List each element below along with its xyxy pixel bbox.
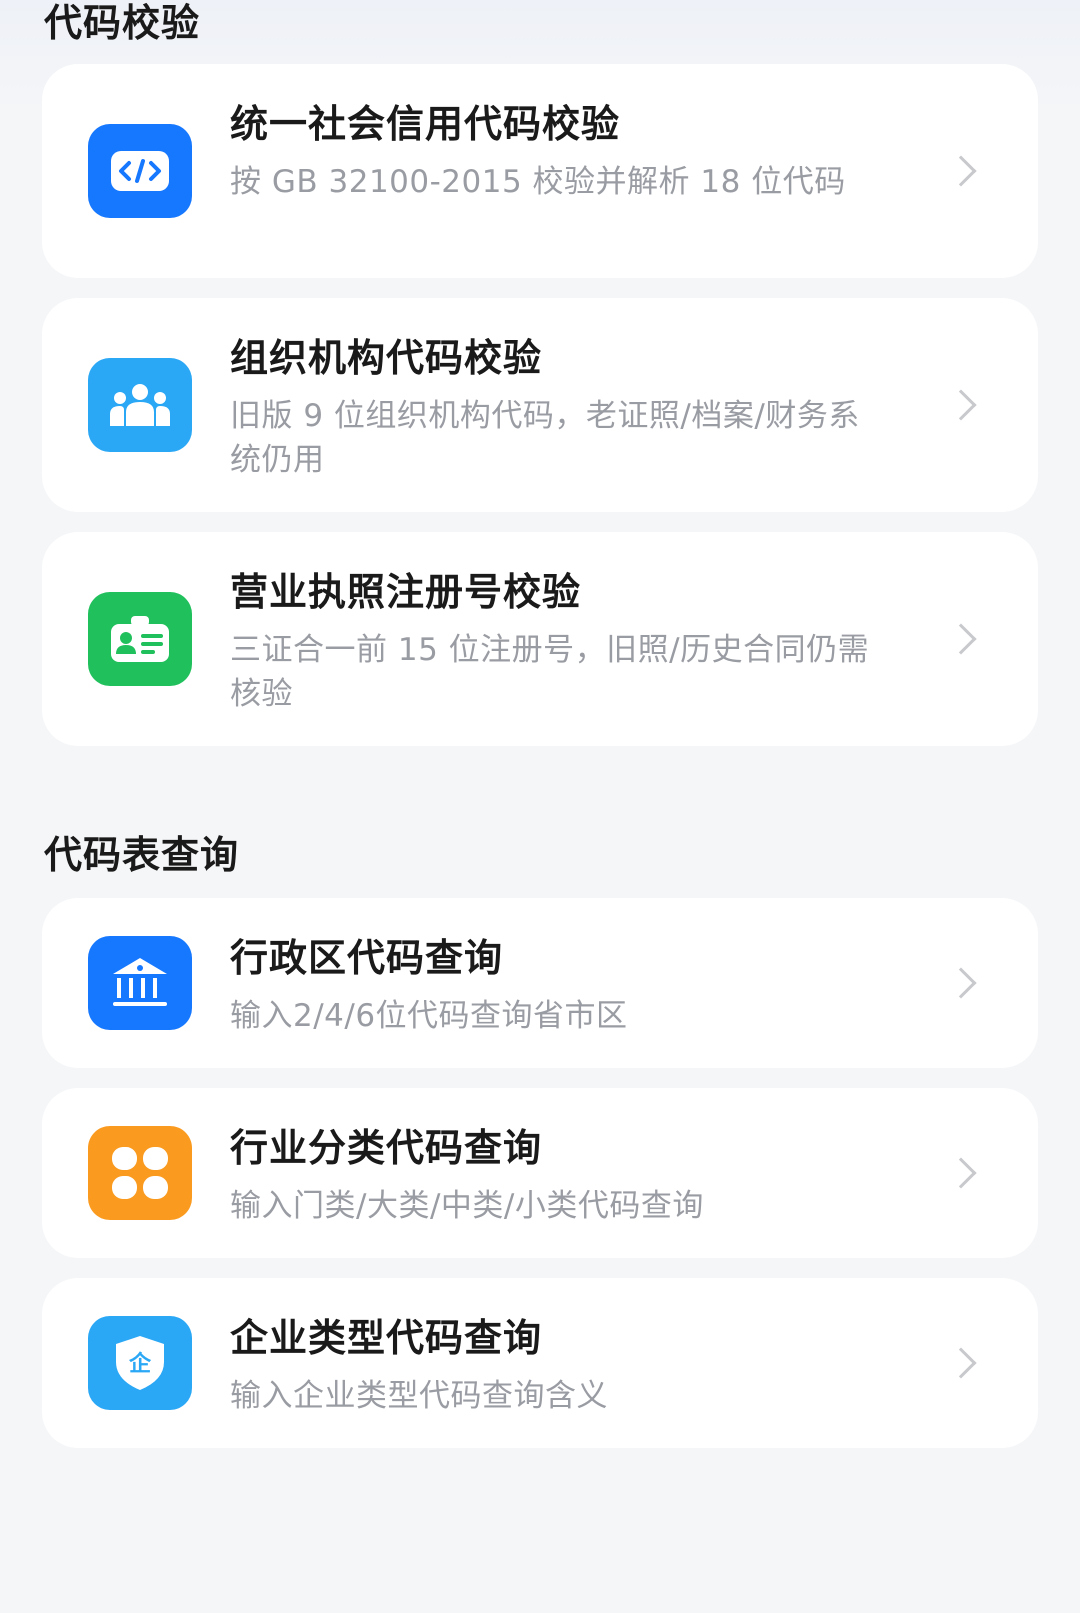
- card-org-code-verify[interactable]: 组织机构代码校验 旧版 9 位组织机构代码，老证照/档案/财务系统仍用: [42, 298, 1038, 512]
- chevron-right-icon: [945, 1157, 977, 1189]
- card-desc: 输入企业类型代码查询含义: [230, 1378, 608, 1414]
- card-title: 营业执照注册号校验: [230, 570, 582, 614]
- government-building-icon: [88, 936, 192, 1030]
- enterprise-shield-icon: 企: [88, 1316, 192, 1410]
- card-desc: 输入门类/大类/中类/小类代码查询: [230, 1188, 704, 1224]
- card-title: 组织机构代码校验: [230, 336, 543, 380]
- card-title: 企业类型代码查询: [230, 1316, 543, 1360]
- card-title: 行业分类代码查询: [230, 1126, 543, 1170]
- card-desc: 旧版 9 位组织机构代码，老证照/档案/财务系统仍用: [230, 398, 860, 478]
- chevron-right-icon: [945, 1347, 977, 1379]
- enterprise-glyph: 企: [128, 1351, 152, 1377]
- card-title: 统一社会信用代码校验: [230, 102, 621, 146]
- section-title-code-lookup: 代码表查询: [44, 833, 240, 877]
- card-business-license-verify[interactable]: 营业执照注册号校验 三证合一前 15 位注册号，旧照/历史合同仍需核验: [42, 532, 1038, 746]
- card-desc: 输入2/4/6位代码查询省市区: [230, 998, 628, 1034]
- chevron-right-icon: [945, 623, 977, 655]
- people-icon: [88, 358, 192, 452]
- card-desc: 三证合一前 15 位注册号，旧照/历史合同仍需核验: [230, 632, 870, 712]
- card-title: 行政区代码查询: [230, 936, 504, 980]
- section-title-code-verify: 代码校验: [44, 1, 201, 45]
- chevron-right-icon: [945, 155, 977, 187]
- card-industry-code-lookup[interactable]: 行业分类代码查询 输入门类/大类/中类/小类代码查询: [42, 1088, 1038, 1258]
- id-card-icon: [88, 592, 192, 686]
- card-region-code-lookup[interactable]: 行政区代码查询 输入2/4/6位代码查询省市区: [42, 898, 1038, 1068]
- code-icon: [88, 124, 192, 218]
- grid-icon: [88, 1126, 192, 1220]
- card-enterprise-type-lookup[interactable]: 企 企业类型代码查询 输入企业类型代码查询含义: [42, 1278, 1038, 1448]
- card-uscc-verify[interactable]: 统一社会信用代码校验 按 GB 32100-2015 校验并解析 18 位代码: [42, 64, 1038, 278]
- chevron-right-icon: [945, 967, 977, 999]
- card-desc: 按 GB 32100-2015 校验并解析 18 位代码: [230, 164, 846, 200]
- chevron-right-icon: [945, 389, 977, 421]
